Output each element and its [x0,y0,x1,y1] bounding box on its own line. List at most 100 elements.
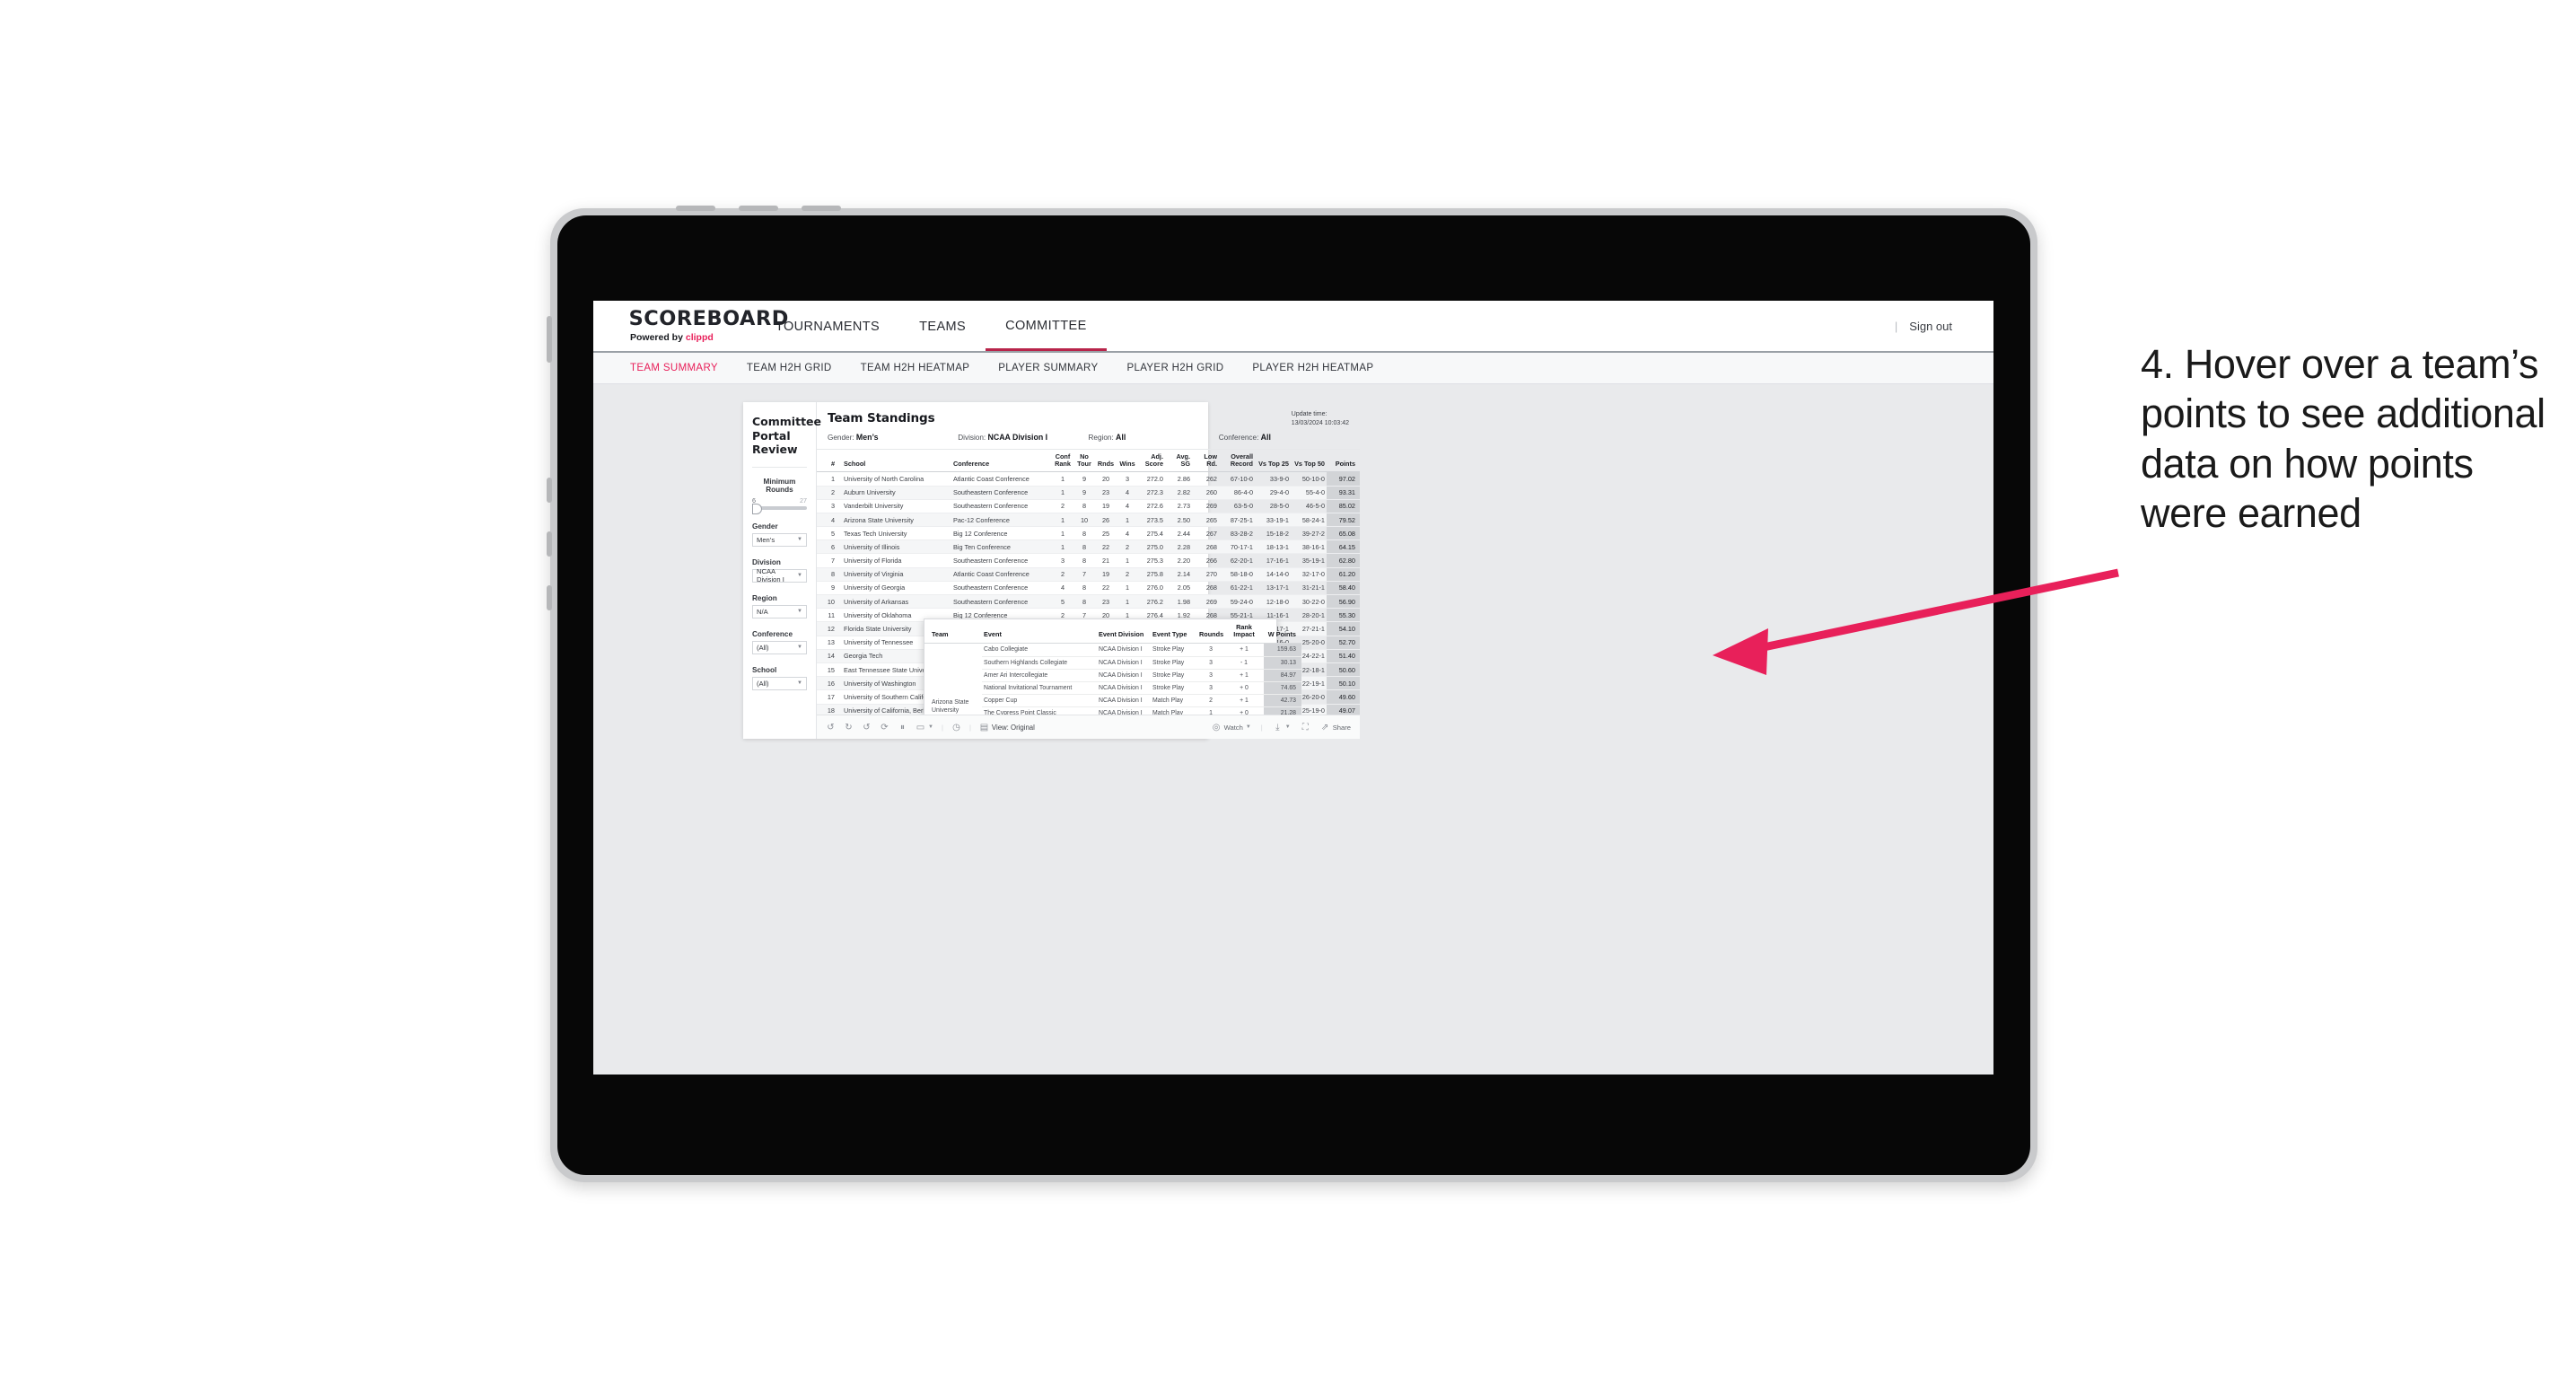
minimum-rounds-label: Minimum Rounds [763,477,796,494]
cell-points[interactable]: 97.02 [1327,471,1360,487]
toolbar-divider-3: | [1260,723,1263,732]
tooltip-cell: The Cypress Point Classic [982,706,1097,715]
conference-select[interactable]: (All) ▼ [752,640,807,654]
table-cell: 2.20 [1165,553,1192,568]
tooltip-cell: Stroke Play [1151,656,1197,670]
tooltip-cell: Stroke Play [1151,681,1197,696]
table-cell: 28-5-0 [1255,499,1291,513]
table-row[interactable]: 10 University of Arkansas Southeastern Con… [817,594,1360,610]
standings-table-wrapper[interactable]: # School Conference Conf Rank No Tour Rn… [817,450,1360,715]
tab-player-summary[interactable]: PLAYER SUMMARY [998,363,1098,373]
table-cell: 4 [1052,581,1073,596]
table-cell: 2.50 [1165,513,1192,528]
col-overall-record[interactable]: Overall Record [1219,450,1255,473]
tooltip-cell: Match Play [1151,706,1197,715]
cell-points[interactable]: 93.31 [1327,486,1360,500]
cell-points[interactable]: 58.40 [1327,581,1360,596]
tab-team-summary[interactable]: TEAM SUMMARY [630,363,718,373]
table-row[interactable]: 4 Arizona State University Pac-12 Conferen… [817,513,1360,528]
col-conf-rank[interactable]: Conf Rank [1052,450,1073,473]
dashboard-card: Committee Portal Review Minimum Rounds 6… [743,402,1360,739]
fullscreen-icon[interactable]: ⛶ [1301,723,1310,732]
col-wins[interactable]: Wins [1117,450,1138,473]
redo-icon[interactable]: ↻ [844,723,854,732]
col-vs-top-50[interactable]: Vs Top 50 [1291,450,1327,473]
school-select[interactable]: (All) ▼ [752,676,807,690]
undo-icon[interactable]: ↺ [826,723,836,732]
view-original-button[interactable]: ▤ View: Original [979,723,1035,732]
highlight-menu[interactable]: ▭ ▼ [916,723,933,732]
table-cell: 2.05 [1165,581,1192,596]
cell-points[interactable]: 51.40 [1327,649,1360,663]
cell-points[interactable]: 49.60 [1327,689,1360,705]
col-avg-sg[interactable]: Avg. SG [1165,450,1192,473]
tab-player-h2h-grid[interactable]: PLAYER H2H GRID [1126,363,1223,373]
revert-icon[interactable]: ↺ [862,723,872,732]
minimum-rounds-slider[interactable] [752,503,807,514]
col-points[interactable]: Points [1327,450,1360,473]
cell-points[interactable]: 50.10 [1327,676,1360,691]
table-row[interactable]: 8 University of Virginia Atlantic Coast Co… [817,567,1360,582]
table-cell: 10 [817,594,838,610]
col-school[interactable]: School [838,450,951,473]
table-row[interactable]: 7 University of Florida Southeastern Confe… [817,553,1360,568]
clock-icon[interactable]: ◷ [951,723,961,732]
share-button[interactable]: ⇗ Share [1320,723,1351,732]
col-rnds[interactable]: Rnds [1095,450,1117,473]
cell-points[interactable]: 79.52 [1327,513,1360,528]
table-row[interactable]: 3 Vanderbilt University Southeastern Confe… [817,499,1360,513]
cell-points[interactable]: 62.80 [1327,553,1360,568]
download-button[interactable]: ⤓ ▼ [1273,723,1291,732]
region-select[interactable]: N/A ▼ [752,604,807,618]
cell-points[interactable]: 54.10 [1327,621,1360,636]
tab-team-h2h-grid[interactable]: TEAM H2H GRID [747,363,832,373]
tip-col-event-division: Event Division [1097,619,1151,645]
table-cell: University of Illinois [838,539,951,555]
table-cell: Vanderbilt University [838,499,951,513]
col-rank[interactable]: # [817,450,838,473]
gender-select[interactable]: Men’s ▼ [752,532,807,547]
col-no-tour[interactable]: No Tour [1073,450,1095,473]
col-conference[interactable]: Conference [951,450,1052,473]
table-cell: 55-4-0 [1291,486,1327,500]
cell-points[interactable]: 64.15 [1327,539,1360,555]
col-low-rd[interactable]: Low Rd. [1192,450,1219,473]
annotation-text: 4. Hover over a team’s points to see add… [2141,341,2545,537]
pause-icon[interactable]: ⏸ [898,723,907,732]
table-cell: 276.0 [1138,581,1165,596]
cell-points[interactable]: 56.90 [1327,594,1360,610]
chevron-down-icon: ▼ [1284,724,1291,730]
refresh-icon[interactable]: ⟳ [880,723,889,732]
cell-points[interactable]: 52.70 [1327,636,1360,650]
division-value: NCAA Division I [757,567,784,584]
tooltip-cell: National Invitational Tournament [982,681,1097,696]
table-row[interactable]: 5 Texas Tech University Big 12 Conference 1… [817,526,1360,541]
cell-points[interactable]: 85.02 [1327,499,1360,513]
table-cell: 7 [1073,567,1095,582]
table-cell: 260 [1192,486,1219,500]
col-adj-score[interactable]: Adj. Score [1138,450,1165,473]
topnav-item-committee[interactable]: COMMITTEE [986,302,1107,351]
col-vs-top-25[interactable]: Vs Top 25 [1255,450,1291,473]
tab-player-h2h-heatmap[interactable]: PLAYER H2H HEATMAP [1252,363,1373,373]
table-cell: 11 [817,608,838,623]
slider-handle[interactable] [752,503,762,514]
signout-link[interactable]: Sign out [1909,320,1952,333]
cell-points[interactable]: 55.30 [1327,608,1360,623]
division-select[interactable]: NCAA Division I ▼ [752,567,807,584]
cell-points[interactable]: 61.20 [1327,567,1360,582]
toolbar-right-group: ◎ Watch ▼ | ⤓ ▼ ⛶ ⇗ Share [1212,723,1351,732]
table-row[interactable]: 6 University of Illinois Big Ten Conferenc… [817,539,1360,555]
table-row[interactable]: 2 Auburn University Southeastern Conferenc… [817,486,1360,500]
tab-team-h2h-heatmap[interactable]: TEAM H2H HEATMAP [861,363,970,373]
cell-points[interactable]: 49.07 [1327,704,1360,715]
watch-button[interactable]: ◎ Watch ▼ [1212,723,1251,732]
topnav-item-teams[interactable]: TEAMS [899,303,986,349]
cell-points[interactable]: 50.60 [1327,662,1360,678]
tooltip-cell: 74.65 [1264,681,1301,696]
table-header-row: # School Conference Conf Rank No Tour Rn… [817,450,1360,473]
table-row[interactable]: 9 University of Georgia Southeastern Confe… [817,581,1360,596]
table-row[interactable]: 1 University of North Carolina Atlantic Co… [817,471,1360,487]
table-cell: 14 [817,649,838,663]
cell-points[interactable]: 65.08 [1327,526,1360,541]
